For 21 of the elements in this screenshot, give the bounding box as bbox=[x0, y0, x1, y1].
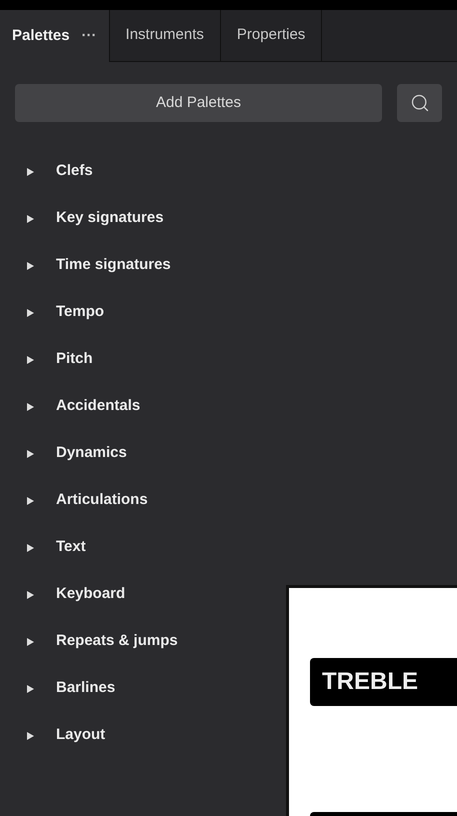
palette-item[interactable]: Repeats & jumps bbox=[0, 618, 186, 665]
panel-tab[interactable]: Palettes ··· bbox=[0, 10, 109, 62]
palette-item[interactable]: Text bbox=[0, 524, 94, 571]
palette-item[interactable]: Layout bbox=[0, 712, 114, 759]
instrument-label: TREBLE bbox=[310, 658, 457, 706]
palette-item[interactable]: Barlines bbox=[0, 665, 124, 712]
add-palettes-button[interactable]: Add Palettes bbox=[15, 84, 382, 122]
palette-item[interactable]: Time signatures bbox=[0, 242, 179, 289]
palette-item[interactable]: Key signatures bbox=[0, 195, 172, 242]
palette-item[interactable]: Dynamics bbox=[0, 430, 135, 477]
palette-item[interactable]: Articulations bbox=[0, 477, 156, 524]
palette-item[interactable]: Keyboard bbox=[0, 571, 134, 618]
search-icon bbox=[410, 93, 430, 113]
palette-item[interactable]: Tempo bbox=[0, 289, 112, 336]
panel-tab[interactable]: Instruments bbox=[108, 10, 220, 62]
palette-item[interactable]: Accidentals bbox=[0, 383, 148, 430]
palette-item[interactable]: Pitch bbox=[0, 336, 101, 383]
palette-item[interactable]: Clefs bbox=[0, 148, 101, 195]
more-menu-icon[interactable]: ··· bbox=[82, 24, 97, 48]
panel-tab[interactable]: Properties bbox=[220, 10, 322, 62]
search-button[interactable] bbox=[397, 84, 442, 122]
